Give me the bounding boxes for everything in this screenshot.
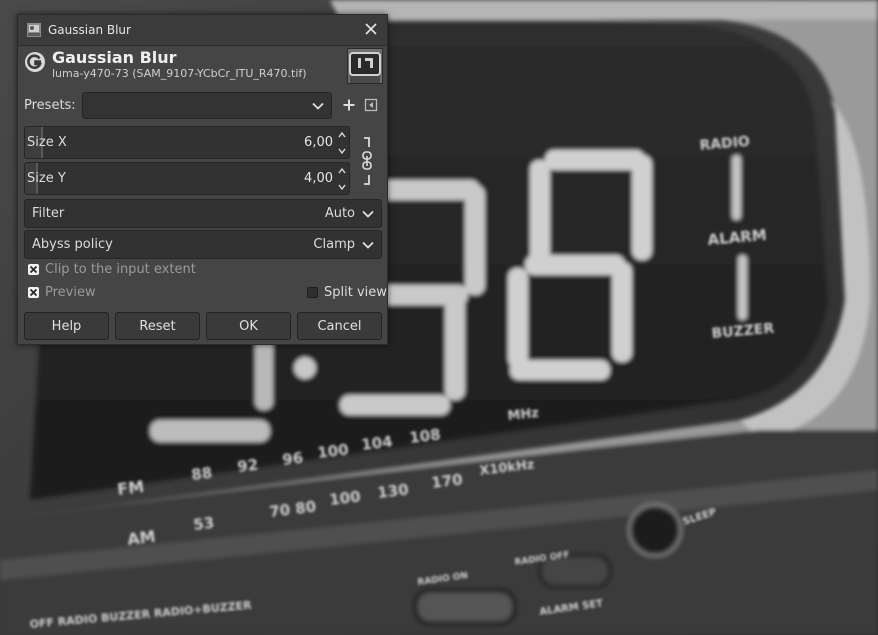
window-title: Gaussian Blur (48, 23, 131, 37)
abyss-policy-dropdown[interactable]: Abyss policy Clamp (24, 230, 382, 259)
svg-text:FM: FM (116, 477, 145, 499)
svg-text:108: 108 (408, 425, 441, 447)
svg-text:53: 53 (192, 514, 215, 534)
svg-text:100: 100 (328, 487, 361, 509)
layer-name: luma-y470-73 (SAM_9107-YCbCr_ITU_R470.ti… (52, 67, 307, 80)
size-x-value: 6,00 (304, 135, 333, 150)
checkbox-checked-icon (28, 264, 39, 275)
cancel-button[interactable]: Cancel (297, 312, 382, 340)
clip-extent-checkbox[interactable]: Clip to the input extent (28, 262, 196, 277)
dialog-header: Gaussian Blur luma-y470-73 (SAM_9107-YCb… (18, 46, 387, 94)
svg-text:88: 88 (190, 464, 213, 484)
chevron-down-icon (362, 241, 374, 249)
chevron-down-icon (362, 210, 374, 218)
svg-text:92: 92 (236, 456, 259, 476)
gegl-icon (25, 52, 45, 72)
svg-text:100: 100 (316, 440, 349, 462)
filter-value: Auto (324, 206, 355, 221)
gaussian-blur-dialog: Gaussian Blur Gaussian Blur luma-y470-73… (17, 14, 388, 345)
size-y-arrows-icon[interactable] (337, 165, 347, 193)
size-x-label: Size X (27, 135, 67, 150)
size-y-label: Size Y (27, 171, 66, 186)
presets-row: Presets: (24, 92, 382, 120)
size-x-spinscale[interactable]: Size X 6,00 (24, 126, 350, 159)
size-x-arrows-icon[interactable] (337, 129, 347, 157)
svg-text:104: 104 (360, 432, 393, 454)
chain-link-icon[interactable] (359, 135, 375, 187)
checkbox-checked-icon (28, 287, 39, 298)
title-bar[interactable]: Gaussian Blur (18, 15, 387, 46)
close-icon[interactable] (363, 21, 379, 37)
reset-button[interactable]: Reset (115, 312, 200, 340)
svg-text:130: 130 (376, 480, 409, 502)
preset-menu-icon[interactable] (364, 98, 378, 112)
split-view-checkbox[interactable]: Split view (307, 285, 387, 300)
svg-text:96: 96 (281, 449, 304, 469)
ok-button[interactable]: OK (206, 312, 291, 340)
presets-label: Presets: (24, 98, 76, 113)
abyss-policy-label: Abyss policy (32, 237, 113, 252)
svg-text:170: 170 (430, 470, 463, 492)
clip-extent-label: Clip to the input extent (45, 262, 196, 277)
filter-dropdown[interactable]: Filter Auto (24, 199, 382, 228)
abyss-policy-value: Clamp (313, 237, 355, 252)
presets-combo[interactable] (82, 92, 332, 119)
preview-checkbox[interactable]: Preview (28, 285, 96, 300)
split-view-label: Split view (324, 285, 387, 300)
checkbox-unchecked-icon (307, 287, 318, 298)
svg-text:AM: AM (126, 527, 156, 549)
gimp-app-icon (27, 23, 41, 37)
size-y-spinscale[interactable]: Size Y 4,00 (24, 162, 350, 195)
chevron-down-icon (312, 102, 324, 110)
size-y-value: 4,00 (304, 171, 333, 186)
layer-thumbnail (347, 48, 383, 84)
operation-title: Gaussian Blur (52, 48, 177, 67)
filter-label: Filter (32, 206, 65, 221)
preview-label: Preview (45, 285, 96, 300)
add-preset-icon[interactable] (342, 98, 356, 112)
help-button[interactable]: Help (24, 312, 109, 340)
